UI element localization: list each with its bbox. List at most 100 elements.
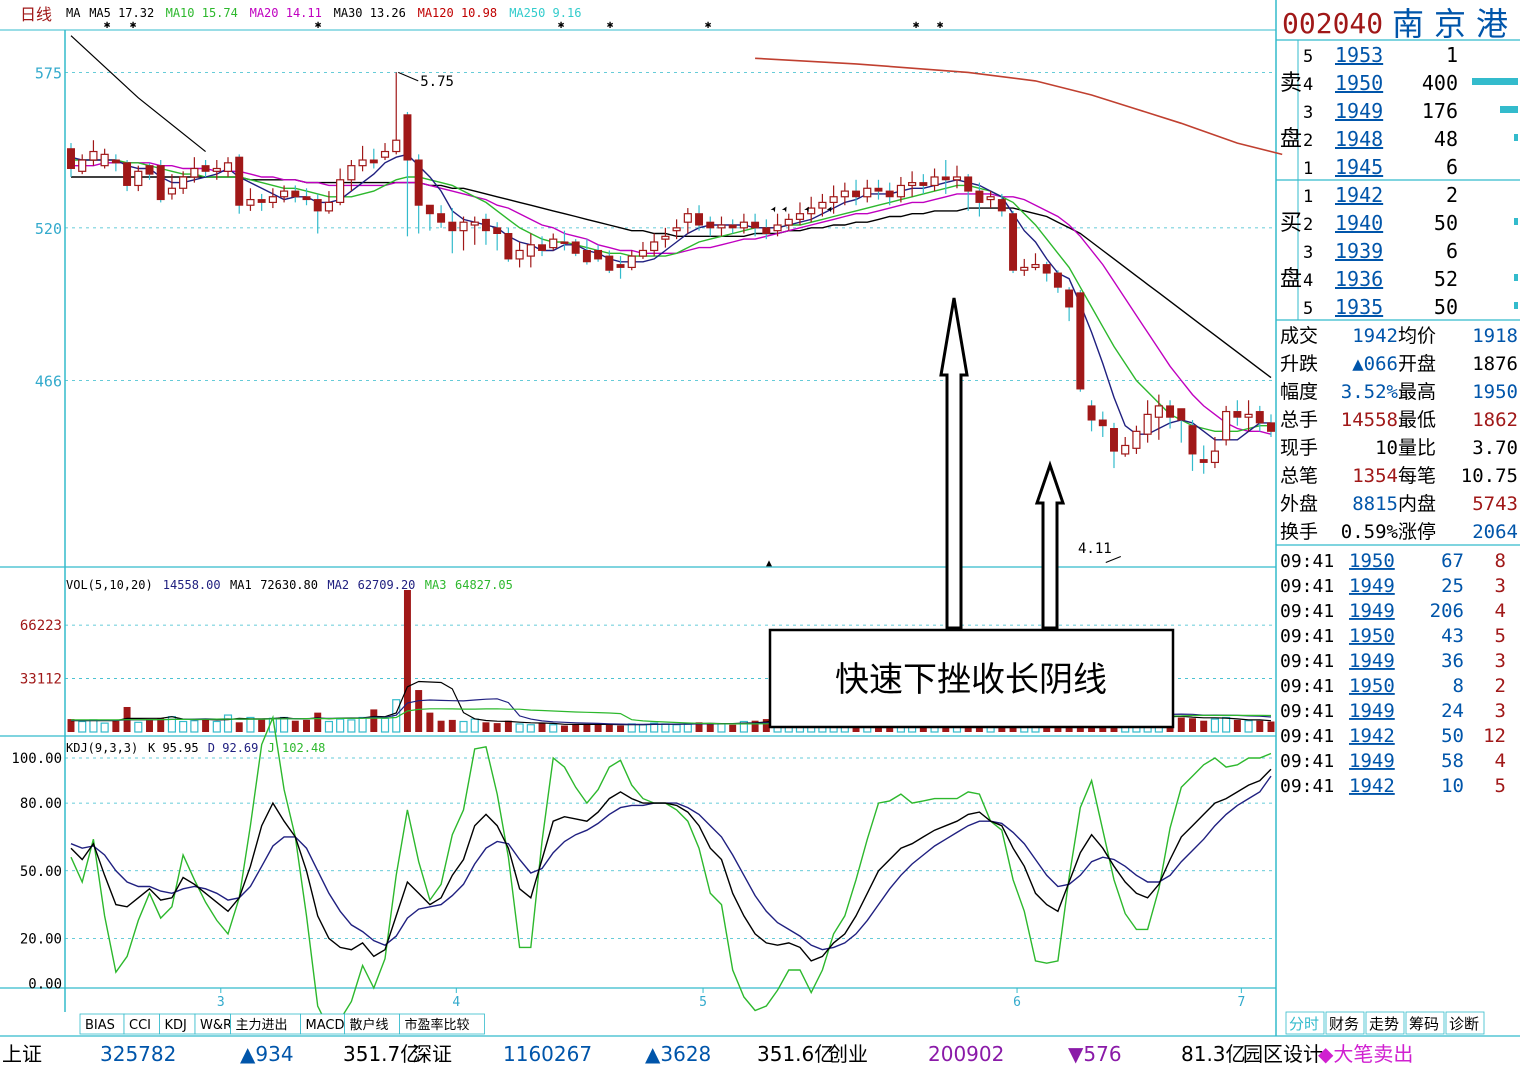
tick-count: 5 bbox=[1495, 775, 1506, 797]
candle-body-up bbox=[930, 176, 939, 187]
stat-value: 1876 bbox=[1472, 353, 1518, 375]
volume-legend-item: VOL(5,10,20) bbox=[66, 578, 153, 592]
tick-count: 3 bbox=[1495, 650, 1506, 672]
volume-bar-up bbox=[347, 719, 356, 733]
volume-bar-up bbox=[1222, 716, 1231, 733]
volume-bar-down bbox=[729, 724, 737, 732]
volume-bar-down bbox=[415, 690, 423, 732]
quote-tab-label[interactable]: 筹码 bbox=[1409, 1015, 1439, 1033]
status-item: 325782 bbox=[100, 1042, 176, 1066]
candle-body-down bbox=[1009, 213, 1018, 271]
date-tick-label: 5 bbox=[699, 995, 707, 1010]
candle-body-up bbox=[908, 182, 917, 187]
stat-label: 升跌 bbox=[1280, 353, 1318, 375]
candle-body-up bbox=[784, 218, 793, 226]
volume-bar-up bbox=[78, 720, 87, 733]
tick-volume: 25 bbox=[1441, 575, 1464, 597]
sell-volume: 400 bbox=[1422, 71, 1458, 95]
callout-text: 快速下挫收长阴线 bbox=[835, 660, 1107, 700]
candle-body-down bbox=[1255, 411, 1264, 424]
indicator-tab-label[interactable]: W&R bbox=[200, 1018, 232, 1033]
stat-value: 1942 bbox=[1352, 325, 1398, 347]
stat-value: 10.75 bbox=[1461, 465, 1518, 487]
candle-body-up bbox=[280, 190, 289, 198]
buy-volume: 6 bbox=[1446, 239, 1458, 263]
indicator-tab-label[interactable]: 散户线 bbox=[350, 1017, 389, 1033]
candle-body-down bbox=[1087, 405, 1096, 421]
volume-bar-up bbox=[336, 718, 345, 733]
event-marker: ✱ bbox=[913, 18, 920, 31]
volume-bar-down bbox=[1256, 720, 1264, 732]
candle-body-down bbox=[1199, 459, 1208, 463]
candle-body-down bbox=[975, 190, 984, 203]
indicator-tab-label[interactable]: BIAS bbox=[85, 1018, 115, 1033]
volume-bar-up bbox=[1244, 720, 1253, 733]
volume-bar-up bbox=[179, 720, 188, 733]
period-label[interactable]: 日线 bbox=[20, 5, 52, 24]
status-item: ▲3628 bbox=[645, 1042, 711, 1066]
buy-price: 1942 bbox=[1335, 183, 1383, 207]
stat-label: 均价 bbox=[1398, 325, 1436, 347]
tick-price: 1942 bbox=[1349, 775, 1395, 797]
stat-label: 换手 bbox=[1280, 521, 1318, 543]
candle-body-up bbox=[1154, 405, 1163, 418]
stat-label: 内盘 bbox=[1398, 493, 1436, 515]
candle-body-up bbox=[1222, 410, 1231, 441]
candle-body-down bbox=[67, 148, 75, 169]
low-label: 4.11 bbox=[1078, 541, 1112, 557]
stat-label: 幅度 bbox=[1280, 381, 1318, 403]
ma-legend-item: MA20 14.11 bbox=[250, 6, 322, 20]
stat-value: 1862 bbox=[1472, 409, 1518, 431]
candle-body-down bbox=[751, 221, 760, 229]
quote-tab-label[interactable]: 走势 bbox=[1369, 1015, 1399, 1033]
volume-bar-down bbox=[1177, 717, 1185, 732]
buy-volume: 2 bbox=[1446, 183, 1458, 207]
kdj-tick-label: 80.00 bbox=[20, 796, 62, 812]
tick-count: 5 bbox=[1495, 625, 1506, 647]
volume-bar-down bbox=[291, 720, 299, 732]
volume-bar-up bbox=[212, 720, 221, 733]
candle-body-up bbox=[380, 150, 390, 158]
sell-price: 1948 bbox=[1335, 127, 1383, 151]
buy-price: 1940 bbox=[1335, 211, 1383, 235]
quote-tab-label[interactable]: 财务 bbox=[1329, 1015, 1359, 1033]
indicator-tab-label[interactable]: 市盈率比较 bbox=[405, 1017, 470, 1033]
indicator-tab-label[interactable]: CCI bbox=[129, 1018, 151, 1033]
buy-volume-bar bbox=[1514, 218, 1518, 225]
volume-legend-item: 64827.05 bbox=[455, 578, 513, 592]
indicator-tab-label[interactable]: 主力进出 bbox=[236, 1018, 288, 1033]
candle-body-down bbox=[437, 213, 446, 223]
candle-body-down bbox=[919, 182, 928, 186]
candle-body-down bbox=[1267, 422, 1275, 432]
date-tick-label: 6 bbox=[1013, 995, 1021, 1010]
candle-body-down bbox=[257, 199, 266, 203]
volume-bar-up bbox=[1210, 718, 1220, 733]
indicator-tab-label[interactable]: MACD bbox=[306, 1018, 345, 1033]
volume-legend-item: MA1 bbox=[230, 578, 252, 592]
sell-volume-bar bbox=[1514, 134, 1518, 141]
event-marker: ✱ bbox=[130, 18, 137, 31]
volume-bar-up bbox=[661, 723, 670, 733]
candle-body-up bbox=[1020, 266, 1029, 271]
volume-bar-down bbox=[437, 720, 445, 732]
tick-time: 09:41 bbox=[1280, 751, 1334, 772]
candle-body-down bbox=[997, 199, 1006, 212]
kdj-tick-label: 50.00 bbox=[20, 864, 62, 880]
tick-time: 09:41 bbox=[1280, 551, 1334, 572]
buy-level: 4 bbox=[1303, 271, 1313, 291]
volume-bar-down bbox=[146, 719, 153, 732]
candle-body-down bbox=[1233, 411, 1242, 418]
stat-label: 量比 bbox=[1398, 437, 1436, 459]
event-marker: ✱ bbox=[315, 18, 322, 31]
quote-tab-label[interactable]: 诊断 bbox=[1449, 1015, 1479, 1033]
candle-body-down bbox=[964, 176, 973, 192]
indicator-tab-label[interactable]: KDJ bbox=[165, 1018, 187, 1033]
volume-bar-down bbox=[202, 719, 210, 732]
sell-level: 3 bbox=[1303, 103, 1313, 123]
volume-bar-up bbox=[100, 722, 109, 733]
candle-body-up bbox=[190, 167, 199, 178]
candle-body-up bbox=[526, 244, 535, 257]
stat-label: 现手 bbox=[1280, 437, 1318, 459]
sell-level: 4 bbox=[1303, 75, 1313, 95]
quote-tab-label[interactable]: 分时 bbox=[1289, 1015, 1319, 1033]
